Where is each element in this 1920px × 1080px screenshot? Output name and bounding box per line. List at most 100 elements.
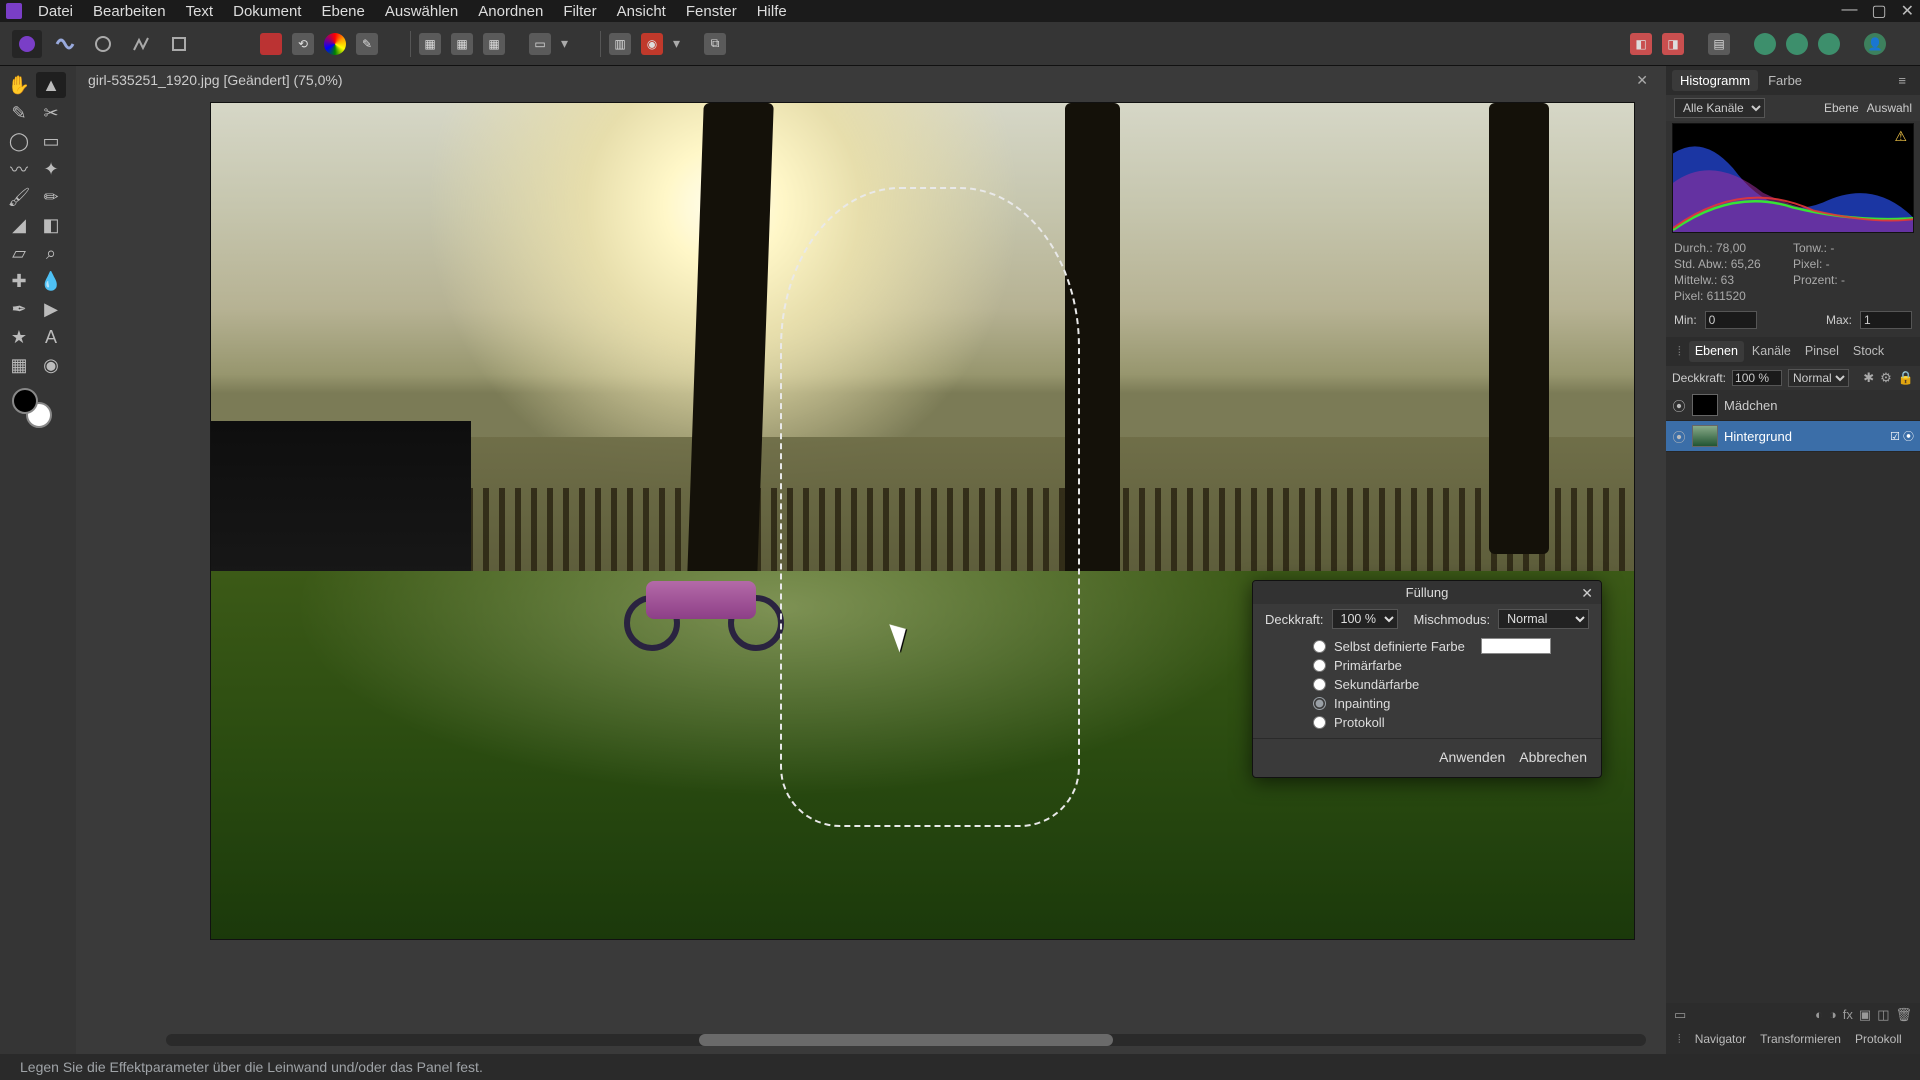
marquee-tool-icon[interactable]: ▭: [36, 128, 66, 154]
fill-option[interactable]: Protokoll: [1313, 715, 1583, 730]
star-tool-icon[interactable]: ★: [4, 324, 34, 350]
fill-option[interactable]: Selbst definierte Farbe: [1313, 638, 1583, 654]
mesh-tool-icon[interactable]: ▦: [4, 352, 34, 378]
color-swatch-icon[interactable]: [260, 33, 282, 55]
globe-icon[interactable]: [1786, 33, 1808, 55]
menu-item[interactable]: Datei: [30, 1, 81, 22]
visibility-icon[interactable]: ⦿: [1672, 427, 1686, 446]
grid-icon[interactable]: ▦: [419, 33, 441, 55]
grid-icon[interactable]: ▦: [483, 33, 505, 55]
minimize-icon[interactable]: —: [1841, 1, 1857, 21]
tab-layers[interactable]: Ebenen: [1689, 341, 1744, 362]
tab-color[interactable]: Farbe: [1760, 70, 1810, 91]
pencil-tool-icon[interactable]: ✏: [36, 184, 66, 210]
new-layer-icon[interactable]: ◫: [1877, 1007, 1889, 1023]
scope-layer[interactable]: Ebene: [1824, 101, 1859, 115]
flood-select-icon[interactable]: ✦: [36, 156, 66, 182]
delete-layer-icon[interactable]: 🗑: [1895, 1007, 1912, 1023]
radio-history[interactable]: [1313, 716, 1326, 729]
opacity-input[interactable]: [1732, 370, 1782, 386]
scope-selection[interactable]: Auswahl: [1867, 101, 1912, 115]
shape-tool-icon[interactable]: ▶: [36, 296, 66, 322]
export-persona-icon[interactable]: [164, 30, 194, 58]
gradient-tool-icon[interactable]: ◧: [36, 212, 66, 238]
globe-icon[interactable]: [1754, 33, 1776, 55]
globe-icon[interactable]: [1818, 33, 1840, 55]
menu-item[interactable]: Bearbeiten: [85, 1, 174, 22]
radio-primary[interactable]: [1313, 659, 1326, 672]
lasso-tool-icon[interactable]: 〰: [4, 156, 34, 182]
layer-fx-icon[interactable]: ✱: [1863, 370, 1874, 386]
menu-item[interactable]: Hilfe: [749, 1, 795, 22]
fill-option[interactable]: Primärfarbe: [1313, 658, 1583, 673]
layer-row[interactable]: ⦿ Hintergrund ☑ ⦿: [1666, 421, 1920, 452]
align-icon[interactable]: ▭: [529, 33, 551, 55]
group-icon[interactable]: ▣: [1859, 1007, 1871, 1023]
node-tool-icon[interactable]: ✎: [4, 100, 34, 126]
color-swatches[interactable]: [12, 388, 52, 428]
chevron-down-icon[interactable]: ▾: [673, 35, 680, 52]
picker-icon[interactable]: ✎: [356, 33, 378, 55]
clone-tool-icon[interactable]: ⌕: [36, 240, 66, 266]
hand-tool-icon[interactable]: ✋: [4, 72, 34, 98]
eye-dropper-icon[interactable]: ◉: [36, 352, 66, 378]
close-icon[interactable]: ✕: [1581, 585, 1593, 602]
menu-item[interactable]: Auswählen: [377, 1, 466, 22]
text-tool-icon[interactable]: A: [36, 324, 66, 350]
tab-stock[interactable]: Stock: [1847, 341, 1890, 362]
channel-select[interactable]: Alle Kanäle: [1674, 98, 1765, 118]
horizontal-scrollbar[interactable]: [166, 1034, 1646, 1046]
layer-lock-icon[interactable]: 🔒: [1898, 370, 1914, 386]
pen-tool-icon[interactable]: ✒: [4, 296, 34, 322]
menu-item[interactable]: Text: [178, 1, 222, 22]
menu-item[interactable]: Ansicht: [609, 1, 674, 22]
preview-icon[interactable]: ▭: [1674, 1007, 1686, 1023]
min-input[interactable]: [1705, 311, 1757, 329]
menu-item[interactable]: Dokument: [225, 1, 309, 22]
opacity-select[interactable]: 100 %: [1332, 609, 1398, 629]
tone-persona-icon[interactable]: [126, 30, 156, 58]
account-icon[interactable]: 👤: [1864, 33, 1886, 55]
stack-front-icon[interactable]: ◧: [1630, 33, 1652, 55]
stack-back-icon[interactable]: ◨: [1662, 33, 1684, 55]
reset-icon[interactable]: ⟲: [292, 33, 314, 55]
color-wheel-icon[interactable]: [324, 33, 346, 55]
tab-navigator[interactable]: Navigator: [1689, 1030, 1752, 1049]
close-tab-icon[interactable]: ✕: [1636, 72, 1648, 89]
tab-history[interactable]: Protokoll: [1849, 1030, 1908, 1049]
tab-brushes[interactable]: Pinsel: [1799, 341, 1845, 362]
document-tab[interactable]: girl-535251_1920.jpg [Geändert] (75,0%) …: [80, 66, 1662, 94]
tab-histogram[interactable]: Histogramm: [1672, 70, 1758, 91]
scrollbar-thumb[interactable]: [699, 1034, 1113, 1046]
develop-persona-icon[interactable]: [88, 30, 118, 58]
layer-row[interactable]: ⦿ Mädchen: [1666, 390, 1920, 421]
menu-item[interactable]: Filter: [555, 1, 604, 22]
layer-settings-icon[interactable]: ⚙: [1880, 370, 1892, 386]
photo-persona-icon[interactable]: [12, 30, 42, 58]
align-panel-icon[interactable]: ▤: [1708, 33, 1730, 55]
chevron-down-icon[interactable]: ▾: [561, 35, 568, 52]
record-icon[interactable]: ◉: [641, 33, 663, 55]
tab-transform[interactable]: Transformieren: [1754, 1030, 1847, 1049]
crop-tool-icon[interactable]: ✂: [36, 100, 66, 126]
tab-channels[interactable]: Kanäle: [1746, 341, 1797, 362]
close-icon[interactable]: ✕: [1901, 1, 1914, 21]
grid-icon[interactable]: ▦: [451, 33, 473, 55]
eraser-tool-icon[interactable]: ▱: [4, 240, 34, 266]
menu-item[interactable]: Anordnen: [470, 1, 551, 22]
mask-icon[interactable]: ◐: [1815, 1007, 1823, 1023]
blend-mode-select[interactable]: Normal: [1788, 369, 1849, 387]
maximize-icon[interactable]: ▢: [1871, 1, 1886, 21]
radio-custom-color[interactable]: [1313, 640, 1326, 653]
fill-option[interactable]: Sekundärfarbe: [1313, 677, 1583, 692]
canvas[interactable]: [210, 102, 1635, 940]
radio-secondary[interactable]: [1313, 678, 1326, 691]
menu-item[interactable]: Ebene: [313, 1, 372, 22]
fill-option[interactable]: Inpainting: [1313, 696, 1583, 711]
move-tool-icon[interactable]: ▲: [36, 72, 66, 98]
liquify-persona-icon[interactable]: [50, 30, 80, 58]
blur-tool-icon[interactable]: 💧: [36, 268, 66, 294]
apply-button[interactable]: Anwenden: [1439, 749, 1505, 765]
fx-icon[interactable]: fx: [1843, 1007, 1853, 1023]
fill-tool-icon[interactable]: ◢: [4, 212, 34, 238]
